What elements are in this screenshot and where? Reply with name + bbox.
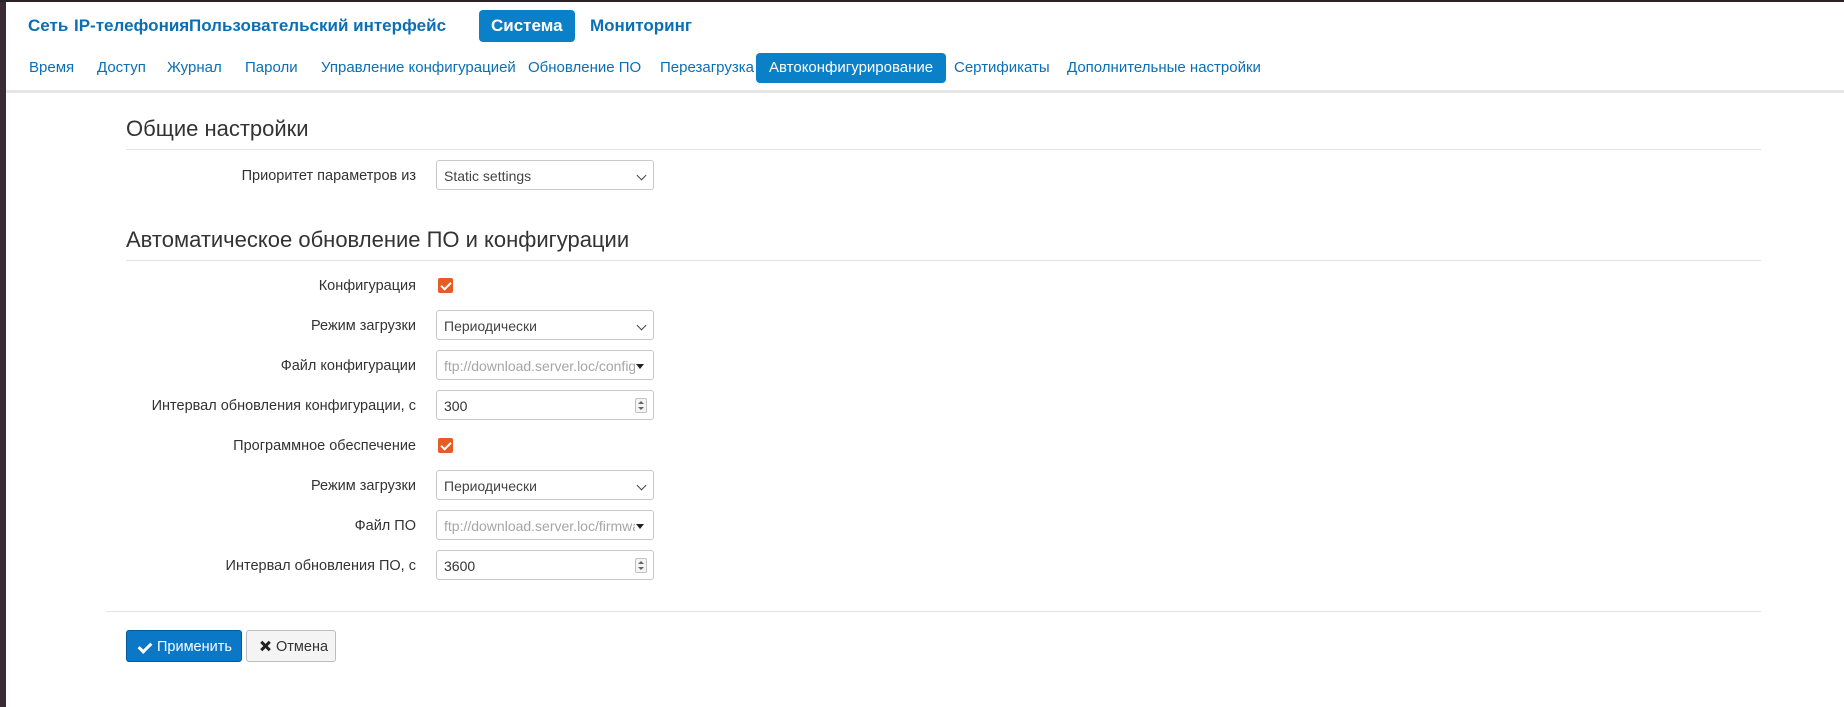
chevron-down-icon <box>636 480 647 491</box>
main-nav-item-user-interface[interactable]: Пользовательский интерфейс <box>177 10 458 42</box>
fw-interval-label: Интервал обновления ПО, с <box>225 558 416 574</box>
config-file-input[interactable]: ftp://download.server.loc/config <box>436 350 654 380</box>
config-file-row: Файл конфигурации ftp://download.server.… <box>6 350 1844 382</box>
config-interval-value: 300 <box>444 398 468 414</box>
config-mode-label: Режим загрузки <box>311 318 416 334</box>
spinner-icon[interactable] <box>635 558 647 573</box>
close-icon <box>259 640 271 652</box>
fw-mode-label: Режим загрузки <box>311 478 416 494</box>
sub-nav: Время Доступ Журнал Пароли Управление ко… <box>6 50 1844 90</box>
tab-passwords[interactable]: Пароли <box>232 53 311 83</box>
config-enable-checkbox[interactable] <box>438 278 453 293</box>
chevron-down-icon <box>636 170 647 181</box>
spinner-icon[interactable] <box>635 398 647 413</box>
config-mode-value: Периодически <box>444 318 537 334</box>
config-interval-row: Интервал обновления конфигурации, с 300 <box>6 390 1844 422</box>
check-icon <box>439 278 452 291</box>
config-mode-row: Режим загрузки Периодически <box>6 310 1844 342</box>
tab-time[interactable]: Время <box>16 53 87 83</box>
fw-file-placeholder: ftp://download.server.loc/firmware <box>444 518 653 534</box>
config-file-label: Файл конфигурации <box>280 358 416 374</box>
apply-button[interactable]: Применить <box>126 630 242 662</box>
config-interval-input[interactable]: 300 <box>436 390 654 420</box>
cancel-button[interactable]: Отмена <box>246 630 336 662</box>
fw-enable-label: Программное обеспечение <box>233 438 416 454</box>
fw-interval-row: Интервал обновления ПО, с 3600 <box>6 550 1844 582</box>
apply-button-label: Применить <box>157 639 232 655</box>
settings-page: Сеть IP-телефония Пользовательский интер… <box>6 2 1844 707</box>
fw-file-label: Файл ПО <box>354 518 416 534</box>
tab-access[interactable]: Доступ <box>84 53 159 83</box>
section-title-general: Общие настройки <box>126 116 309 141</box>
footer-divider <box>106 611 1761 612</box>
fw-file-input[interactable]: ftp://download.server.loc/firmware <box>436 510 654 540</box>
priority-select[interactable]: Static settings <box>436 160 654 190</box>
chevron-down-icon <box>636 320 647 331</box>
fw-enable-row: Программное обеспечение <box>6 430 1844 462</box>
config-mode-select[interactable]: Периодически <box>436 310 654 340</box>
tab-certificates[interactable]: Сертификаты <box>941 53 1063 83</box>
check-icon <box>137 639 153 654</box>
priority-select-value: Static settings <box>444 168 532 184</box>
fw-mode-value: Периодически <box>444 478 537 494</box>
main-nav: Сеть IP-телефония Пользовательский интер… <box>6 2 1844 46</box>
tab-autoconfig[interactable]: Автоконфигурирование <box>756 53 947 83</box>
section-divider <box>126 260 1761 261</box>
cancel-button-label: Отмена <box>276 639 329 655</box>
main-nav-item-monitoring[interactable]: Мониторинг <box>578 10 704 42</box>
caret-down-icon[interactable] <box>636 364 644 369</box>
fw-mode-row: Режим загрузки Периодически <box>6 470 1844 502</box>
config-file-placeholder: ftp://download.server.loc/config <box>444 358 637 374</box>
fw-mode-select[interactable]: Периодически <box>436 470 654 500</box>
fw-interval-input[interactable]: 3600 <box>436 550 654 580</box>
tab-reboot[interactable]: Перезагрузка <box>647 53 767 83</box>
tab-firmware-update[interactable]: Обновление ПО <box>515 53 654 83</box>
caret-down-icon[interactable] <box>636 524 644 529</box>
priority-row: Приоритет параметров из Static settings <box>6 160 1844 192</box>
fw-file-row: Файл ПО ftp://download.server.loc/firmwa… <box>6 510 1844 542</box>
config-interval-label: Интервал обновления конфигурации, с <box>151 398 416 414</box>
check-icon <box>439 438 452 451</box>
config-enable-row: Конфигурация <box>6 270 1844 302</box>
fw-enable-checkbox[interactable] <box>438 438 453 453</box>
main-nav-item-system[interactable]: Система <box>479 10 575 42</box>
fw-interval-value: 3600 <box>444 558 476 574</box>
section-divider <box>126 149 1761 150</box>
tab-config-management[interactable]: Управление конфигурацией <box>308 53 529 83</box>
section-title-auto-update: Автоматическое обновление ПО и конфигура… <box>126 227 630 252</box>
tab-additional-settings[interactable]: Дополнительные настройки <box>1054 53 1274 83</box>
nav-divider <box>6 90 1844 93</box>
priority-label: Приоритет параметров из <box>241 168 416 184</box>
tab-log[interactable]: Журнал <box>154 53 235 83</box>
config-enable-label: Конфигурация <box>318 278 416 294</box>
